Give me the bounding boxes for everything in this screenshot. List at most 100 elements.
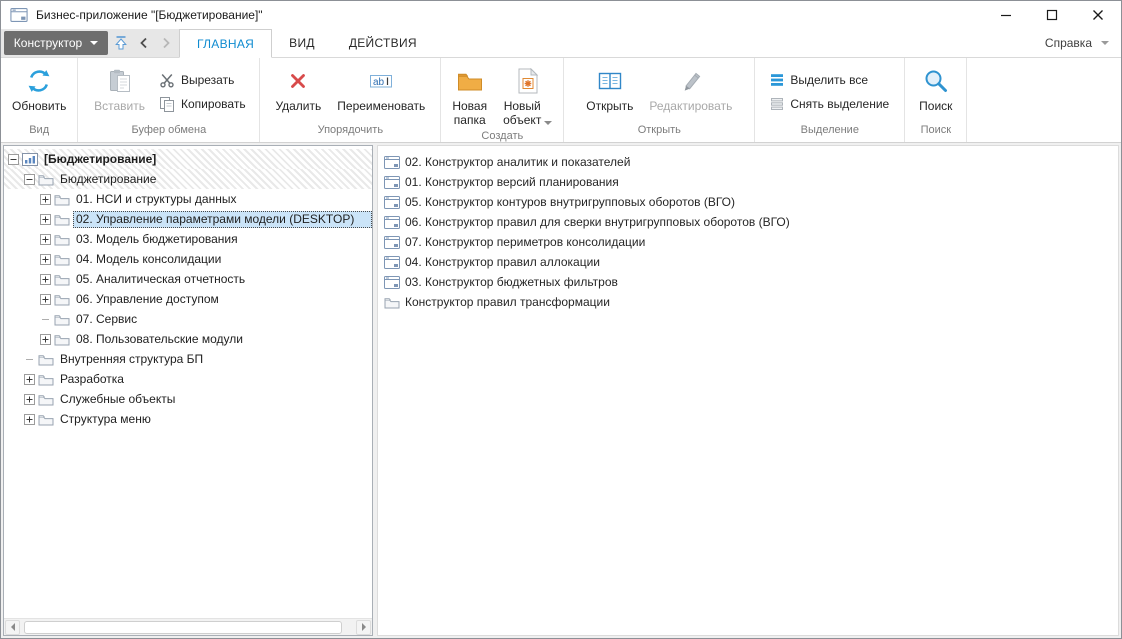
back-button[interactable] (134, 33, 154, 53)
tree-item[interactable]: 08. Пользовательские модули (4, 329, 372, 349)
list-item[interactable]: 03. Конструктор бюджетных фильтров (382, 272, 1118, 292)
list-item[interactable]: 05. Конструктор контуров внутригрупповых… (382, 192, 1118, 212)
cut-button[interactable]: Вырезать (153, 69, 252, 90)
folder-icon (54, 333, 70, 346)
new-object-label: Новый объект (503, 99, 542, 128)
list-item-label[interactable]: 07. Конструктор периметров консолидации (405, 235, 645, 249)
copy-button[interactable]: Копировать (153, 93, 252, 114)
tree-item[interactable]: 06. Управление доступом (4, 289, 372, 309)
open-button[interactable]: Открыть (578, 60, 641, 113)
tab-home[interactable]: ГЛАВНАЯ (179, 29, 273, 58)
scroll-left-button[interactable] (5, 619, 20, 635)
list-item-label[interactable]: 02. Конструктор аналитик и показателей (405, 155, 630, 169)
rename-button[interactable]: Переименовать (329, 60, 433, 113)
tree-item-label[interactable]: 02. Управление параметрами модели (DESKT… (73, 210, 372, 228)
tab-view[interactable]: ВИД (272, 29, 332, 57)
list-item[interactable]: 06. Конструктор правил для сверки внутри… (382, 212, 1118, 232)
window-icon (384, 216, 400, 229)
tree-connector-dash (24, 354, 37, 365)
expand-icon[interactable] (40, 214, 53, 225)
refresh-label: Обновить (12, 99, 67, 113)
maximize-icon (1046, 9, 1058, 21)
expand-icon[interactable] (40, 294, 53, 305)
expand-icon[interactable] (24, 394, 37, 405)
tree-item[interactable]: Структура меню (4, 409, 372, 429)
open-icon (597, 63, 623, 99)
delete-button[interactable]: Удалить (267, 60, 329, 113)
tree-item[interactable]: Разработка (4, 369, 372, 389)
list-item-label[interactable]: 03. Конструктор бюджетных фильтров (405, 275, 618, 289)
group-caption-open: Открыть (637, 124, 681, 136)
deselect-button[interactable]: Снять выделение (764, 93, 895, 114)
folder-icon (38, 373, 54, 386)
tree-item-label[interactable]: 05. Аналитическая отчетность (73, 271, 372, 288)
select-all-icon (770, 73, 784, 87)
expand-icon[interactable] (40, 234, 53, 245)
select-all-button[interactable]: Выделить все (764, 69, 895, 90)
tree-item-label[interactable]: Служебные объекты (57, 391, 372, 408)
expand-icon[interactable] (40, 274, 53, 285)
tree-item-selected[interactable]: 02. Управление параметрами модели (DESKT… (4, 209, 372, 229)
up-level-button[interactable] (111, 33, 131, 53)
list-item-label[interactable]: 04. Конструктор правил аллокации (405, 255, 600, 269)
tree-item[interactable]: Служебные объекты (4, 389, 372, 409)
tree-item-label[interactable]: Разработка (57, 371, 372, 388)
close-button[interactable] (1075, 1, 1121, 29)
tree-item[interactable]: 05. Аналитическая отчетность (4, 269, 372, 289)
new-object-button[interactable]: Новый объект (495, 60, 560, 128)
window-icon (384, 256, 400, 269)
tree-item-label[interactable]: 07. Сервис (73, 311, 372, 328)
refresh-button[interactable]: Обновить (4, 60, 74, 113)
list-item[interactable]: 02. Конструктор аналитик и показателей (382, 152, 1118, 172)
tree-item-label[interactable]: 04. Модель консолидации (73, 251, 372, 268)
mode-dropdown-button[interactable]: Конструктор (4, 31, 108, 55)
tree-item-root[interactable]: [Бюджетирование] (4, 149, 372, 169)
expand-icon[interactable] (40, 254, 53, 265)
list-item[interactable]: Конструктор правил трансформации (382, 292, 1118, 312)
search-button[interactable]: Поиск (911, 60, 960, 113)
list-item[interactable]: 04. Конструктор правил аллокации (382, 252, 1118, 272)
tree-item-label[interactable]: Внутренняя структура БП (57, 351, 372, 368)
scroll-right-button[interactable] (356, 619, 371, 635)
list-item[interactable]: 07. Конструктор периметров консолидации (382, 232, 1118, 252)
collapse-icon[interactable] (24, 174, 37, 185)
collapse-icon[interactable] (8, 154, 21, 165)
tree-item[interactable]: 01. НСИ и структуры данных (4, 189, 372, 209)
forward-button[interactable] (156, 33, 176, 53)
list-item-label[interactable]: 01. Конструктор версий планирования (405, 175, 619, 189)
help-menu[interactable]: Справка (1045, 29, 1109, 57)
tree-item[interactable]: 03. Модель бюджетирования (4, 229, 372, 249)
tree-item[interactable]: Внутренняя структура БП (4, 349, 372, 369)
tree-item-label[interactable]: [Бюджетирование] (41, 151, 372, 168)
tree-item-label[interactable]: 06. Управление доступом (73, 291, 372, 308)
expand-icon[interactable] (24, 374, 37, 385)
tree-item[interactable]: 07. Сервис (4, 309, 372, 329)
tree-item-label[interactable]: 08. Пользовательские модули (73, 331, 372, 348)
expand-icon[interactable] (24, 414, 37, 425)
tree-item-label[interactable]: 03. Модель бюджетирования (73, 231, 372, 248)
tree-item-label[interactable]: Бюджетирование (57, 171, 372, 188)
chevron-down-icon (544, 120, 553, 125)
paste-button[interactable]: Вставить (86, 60, 153, 113)
scrollbar-track[interactable] (22, 620, 354, 635)
tree-item[interactable]: Бюджетирование (4, 169, 372, 189)
scrollbar-thumb[interactable] (24, 620, 342, 634)
ribbon: Обновить Вид Вставить Вырезать Копироват… (1, 58, 1121, 143)
pencil-icon (680, 63, 702, 99)
horizontal-scrollbar[interactable] (4, 618, 372, 635)
list-item[interactable]: 01. Конструктор версий планирования (382, 172, 1118, 192)
list-item-label[interactable]: 06. Конструктор правил для сверки внутри… (405, 215, 790, 229)
tree-item-label[interactable]: 01. НСИ и структуры данных (73, 191, 372, 208)
minimize-button[interactable] (983, 1, 1029, 29)
help-label: Справка (1044, 36, 1092, 50)
tree-item-label[interactable]: Структура меню (57, 411, 372, 428)
maximize-button[interactable] (1029, 1, 1075, 29)
new-folder-button[interactable]: Новая папка (444, 60, 495, 128)
edit-button[interactable]: Редактировать (641, 60, 740, 113)
expand-icon[interactable] (40, 194, 53, 205)
tree-item[interactable]: 04. Модель консолидации (4, 249, 372, 269)
list-item-label[interactable]: Конструктор правил трансформации (405, 295, 610, 309)
tab-actions[interactable]: ДЕЙСТВИЯ (332, 29, 434, 57)
expand-icon[interactable] (40, 334, 53, 345)
list-item-label[interactable]: 05. Конструктор контуров внутригрупповых… (405, 195, 735, 209)
